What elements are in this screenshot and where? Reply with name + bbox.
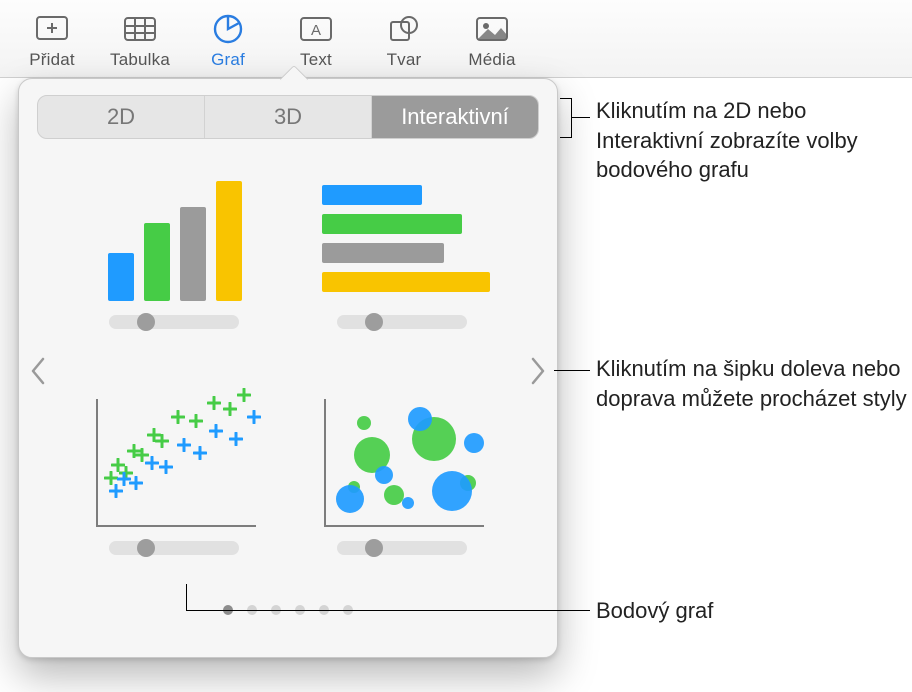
- callout-connector: [554, 370, 590, 371]
- page-dots: [19, 599, 557, 629]
- toolbar-item-chart[interactable]: Graf: [184, 6, 272, 70]
- next-style-arrow[interactable]: [523, 349, 553, 393]
- style-slider[interactable]: [337, 541, 467, 555]
- toolbar-label: Tvar: [387, 50, 422, 70]
- toolbar-item-text[interactable]: A Text: [272, 6, 360, 70]
- tab-2d[interactable]: 2D: [38, 96, 205, 138]
- table-icon: [121, 12, 159, 46]
- toolbar-item-add[interactable]: Přidat: [8, 6, 96, 70]
- chart-popover: 2D 3D Interaktivní: [18, 78, 558, 658]
- svg-text:A: A: [311, 22, 321, 39]
- chart-type-tabs: 2D 3D Interaktivní: [37, 95, 539, 139]
- callout-tabs: Kliknutím na 2D nebo Interaktivní zobraz…: [596, 96, 906, 185]
- toolbar-label: Tabulka: [110, 50, 170, 70]
- media-icon: [473, 12, 511, 46]
- add-slide-icon: [33, 12, 71, 46]
- shape-icon: [385, 12, 423, 46]
- callout-connector: [186, 584, 187, 610]
- callout-connector: [572, 117, 590, 118]
- chart-style-bubble[interactable]: [301, 393, 503, 589]
- chart-style-column[interactable]: [73, 167, 275, 363]
- toolbar-item-shape[interactable]: Tvar: [360, 6, 448, 70]
- callout-scatter: Bodový graf: [596, 596, 713, 626]
- bubble-chart-icon: [312, 393, 492, 533]
- bar-chart-icon: [312, 167, 492, 307]
- toolbar-label: Přidat: [29, 50, 75, 70]
- callout-connector: [186, 610, 590, 611]
- chart-style-area: [19, 149, 557, 599]
- toolbar-label: Text: [300, 50, 332, 70]
- chart-style-bar[interactable]: [301, 167, 503, 363]
- toolbar-label: Média: [468, 50, 515, 70]
- callout-arrows: Kliknutím na šipku doleva nebo doprava m…: [596, 354, 912, 413]
- style-slider[interactable]: [109, 541, 239, 555]
- style-slider[interactable]: [109, 315, 239, 329]
- scatter-chart-icon: [84, 393, 264, 533]
- chart-style-scatter[interactable]: [73, 393, 275, 589]
- toolbar-label: Graf: [211, 50, 245, 70]
- toolbar-item-table[interactable]: Tabulka: [96, 6, 184, 70]
- prev-style-arrow[interactable]: [23, 349, 53, 393]
- toolbar-item-media[interactable]: Média: [448, 6, 536, 70]
- text-icon: A: [297, 12, 335, 46]
- callout-bracket: [560, 98, 572, 138]
- column-chart-icon: [84, 167, 264, 307]
- tab-interactive[interactable]: Interaktivní: [372, 96, 538, 138]
- style-slider[interactable]: [337, 315, 467, 329]
- chart-icon: [209, 12, 247, 46]
- toolbar: Přidat Tabulka Graf A Text Tvar Média: [0, 0, 912, 78]
- chart-style-grid: [19, 149, 557, 599]
- tab-3d[interactable]: 3D: [205, 96, 372, 138]
